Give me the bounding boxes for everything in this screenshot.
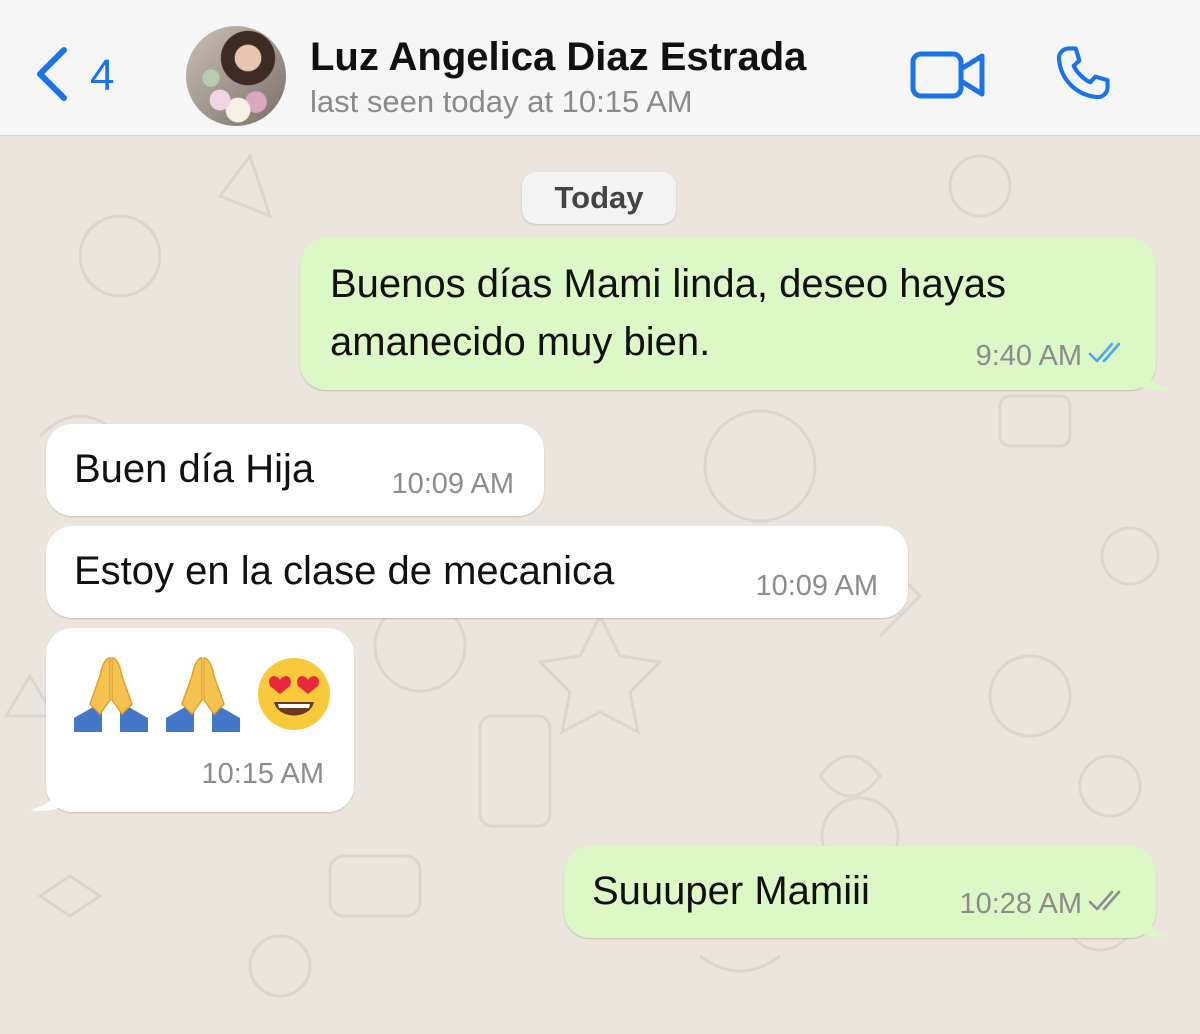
- chevron-left-icon: [34, 46, 68, 107]
- message-time: 10:28 AM: [959, 888, 1082, 920]
- phone-icon: [1052, 46, 1114, 108]
- outgoing-message[interactable]: Buenos días Mami linda, deseo hayas aman…: [300, 238, 1156, 390]
- message-meta: 10:15 AM: [201, 758, 324, 791]
- outgoing-message[interactable]: Suuuper Mamiii 10:28 AM: [564, 846, 1156, 938]
- message-time: 10:09 AM: [755, 570, 878, 602]
- bubble-tail: [30, 784, 62, 811]
- bubble-tail: [1140, 910, 1172, 937]
- message-text-line: amanecido muy bien.: [330, 320, 711, 364]
- back-button[interactable]: 4: [34, 46, 114, 106]
- message-text: Buen día Hija: [74, 447, 315, 491]
- chat-header: 4 Luz Angelica Diaz Estrada last seen to…: [0, 0, 1200, 136]
- folded-hands-icon: [166, 657, 240, 732]
- emoji-row: [72, 656, 332, 732]
- message-text: Estoy en la clase de mecanica: [74, 549, 615, 593]
- bubble-tail: [1140, 364, 1172, 391]
- message-meta: 10:09 AM: [755, 570, 878, 603]
- message-time: 9:40 AM: [975, 340, 1082, 372]
- incoming-message[interactable]: 10:15 AM: [46, 628, 354, 812]
- voice-call-button[interactable]: [1052, 42, 1114, 109]
- message-time: 10:09 AM: [391, 468, 514, 500]
- message-text-line: Buenos días Mami linda, deseo hayas: [330, 262, 1006, 306]
- date-separator: Today: [522, 172, 676, 224]
- avatar[interactable]: [186, 26, 286, 126]
- video-camera-icon: [910, 51, 986, 104]
- last-seen-status: last seen today at 10:15 AM: [310, 84, 693, 119]
- chat-area[interactable]: Today Buenos días Mami linda, deseo haya…: [0, 136, 1200, 1034]
- double-check-icon: [1088, 888, 1128, 921]
- incoming-message[interactable]: Estoy en la clase de mecanica 10:09 AM: [46, 526, 908, 618]
- message-meta: 10:09 AM: [391, 468, 514, 501]
- folded-hands-icon: [74, 657, 148, 732]
- incoming-message[interactable]: Buen día Hija 10:09 AM: [46, 424, 544, 516]
- video-call-button[interactable]: [910, 50, 986, 105]
- contact-name[interactable]: Luz Angelica Diaz Estrada: [310, 34, 806, 80]
- message-time: 10:15 AM: [201, 758, 324, 790]
- unread-count: 4: [90, 51, 115, 100]
- message-meta: 10:28 AM: [959, 888, 1128, 921]
- message-text: Suuuper Mamiii: [592, 869, 870, 913]
- heart-eyes-face-icon: [258, 658, 330, 730]
- message-meta: 9:40 AM: [976, 340, 1128, 373]
- double-check-icon: [1088, 340, 1128, 373]
